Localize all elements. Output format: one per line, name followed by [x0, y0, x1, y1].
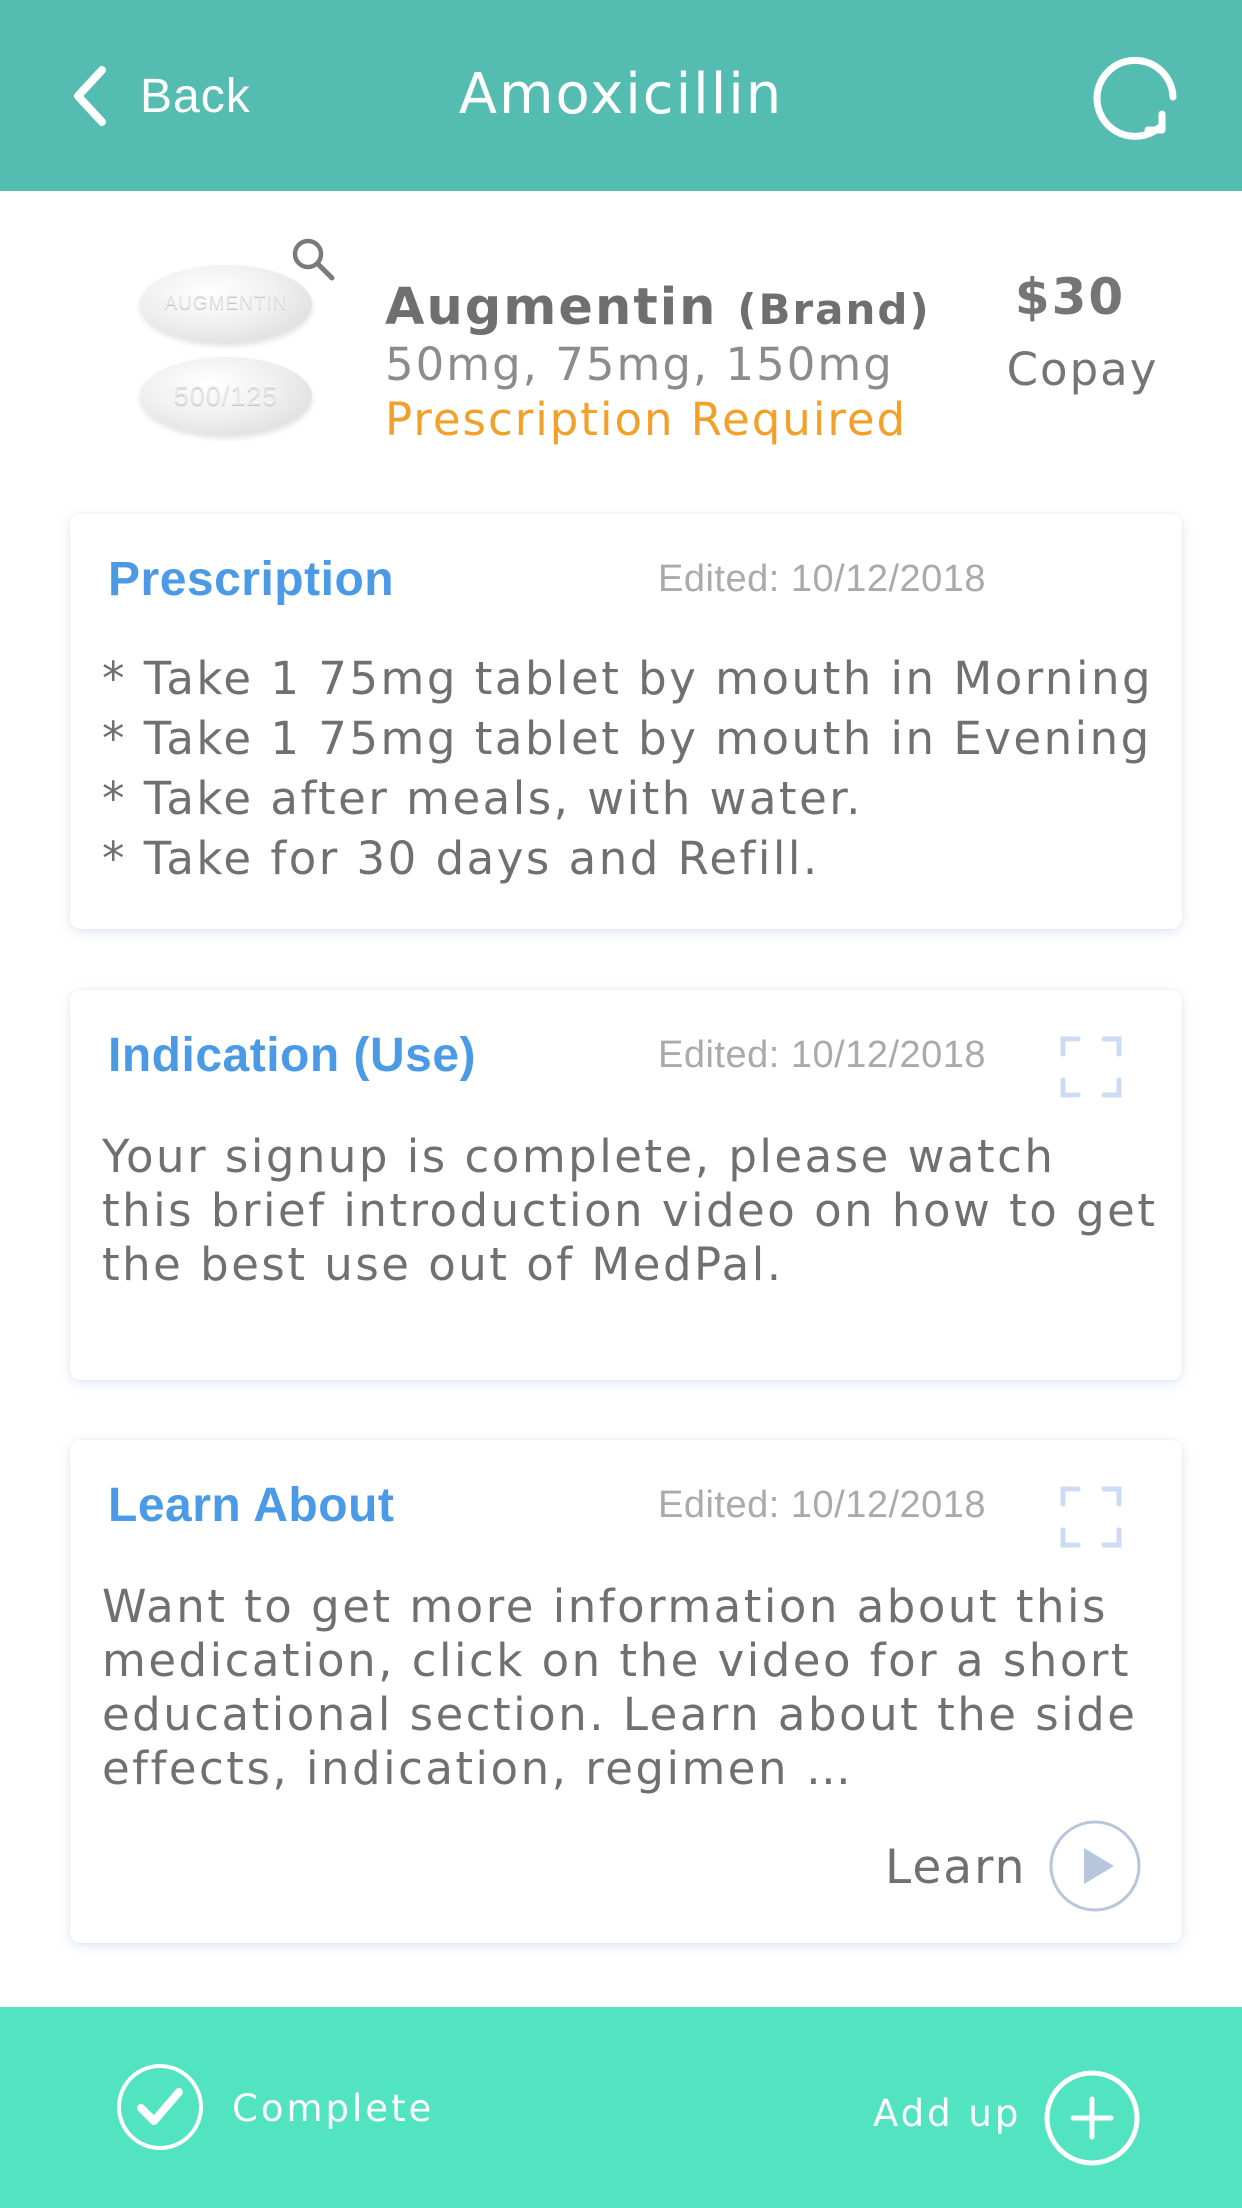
instruction-line: * Take after meals, with water. — [102, 772, 863, 825]
magnify-icon[interactable] — [288, 234, 340, 286]
prescription-required-label: Prescription Required — [385, 393, 908, 446]
pill-imprint-bottom: 500/125 — [173, 380, 279, 411]
pill-imprint-top: AUGMENTIN — [164, 293, 288, 314]
plus-circle-icon[interactable] — [1043, 2069, 1141, 2167]
learn-label[interactable]: Learn — [885, 1840, 1026, 1895]
checkmark-circle-icon[interactable] — [115, 2062, 205, 2152]
learn-about-title: Learn About — [108, 1479, 395, 1532]
prescription-instructions: * Take 1 75mg tablet by mouth in Morning… — [102, 649, 1153, 889]
refresh-icon[interactable] — [1090, 52, 1180, 142]
expand-icon[interactable] — [1060, 1036, 1122, 1098]
instruction-line: * Take for 30 days and Refill. — [102, 832, 820, 885]
add-up-button[interactable]: Add up — [873, 2092, 1021, 2135]
drug-name-text: Augmentin — [385, 278, 718, 337]
learn-about-body: Want to get more information about this … — [102, 1580, 1138, 1795]
drug-name: Augmentin (Brand) — [385, 278, 931, 337]
expand-icon[interactable] — [1060, 1486, 1122, 1548]
learn-about-edited-date: Edited: 10/12/2018 — [658, 1484, 987, 1526]
pill-top: AUGMENTIN — [140, 265, 312, 343]
prescription-edited-date: Edited: 10/12/2018 — [658, 558, 987, 600]
page-title: Amoxicillin — [458, 62, 784, 127]
complete-button[interactable]: Complete — [232, 2087, 434, 2130]
prescription-title: Prescription — [108, 553, 395, 606]
copay-label: Copay — [1006, 343, 1159, 396]
bottom-action-bar: Complete Add up — [0, 2007, 1242, 2208]
indication-body: Your signup is complete, please watch th… — [102, 1130, 1158, 1291]
learn-about-card[interactable]: Learn About Edited: 10/12/2018 Want to g… — [70, 1440, 1182, 1943]
instruction-line: * Take 1 75mg tablet by mouth in Morning — [102, 652, 1154, 705]
play-icon[interactable] — [1048, 1819, 1142, 1913]
copay-amount: $30 — [1014, 268, 1126, 326]
header-bar: Back Amoxicillin — [0, 0, 1242, 191]
prescription-card[interactable]: Prescription Edited: 10/12/2018 * Take 1… — [70, 514, 1182, 929]
brand-tag: (Brand) — [737, 285, 931, 334]
indication-card[interactable]: Indication (Use) Edited: 10/12/2018 Your… — [70, 990, 1182, 1380]
pill-bottom: 500/125 — [140, 357, 312, 435]
pill-image[interactable]: AUGMENTIN 500/125 — [130, 230, 350, 450]
indication-title: Indication (Use) — [108, 1029, 477, 1082]
indication-edited-date: Edited: 10/12/2018 — [658, 1034, 987, 1076]
drug-strengths: 50mg, 75mg, 150mg — [385, 338, 894, 391]
instruction-line: * Take 1 75mg tablet by mouth in Evening — [102, 712, 1152, 765]
